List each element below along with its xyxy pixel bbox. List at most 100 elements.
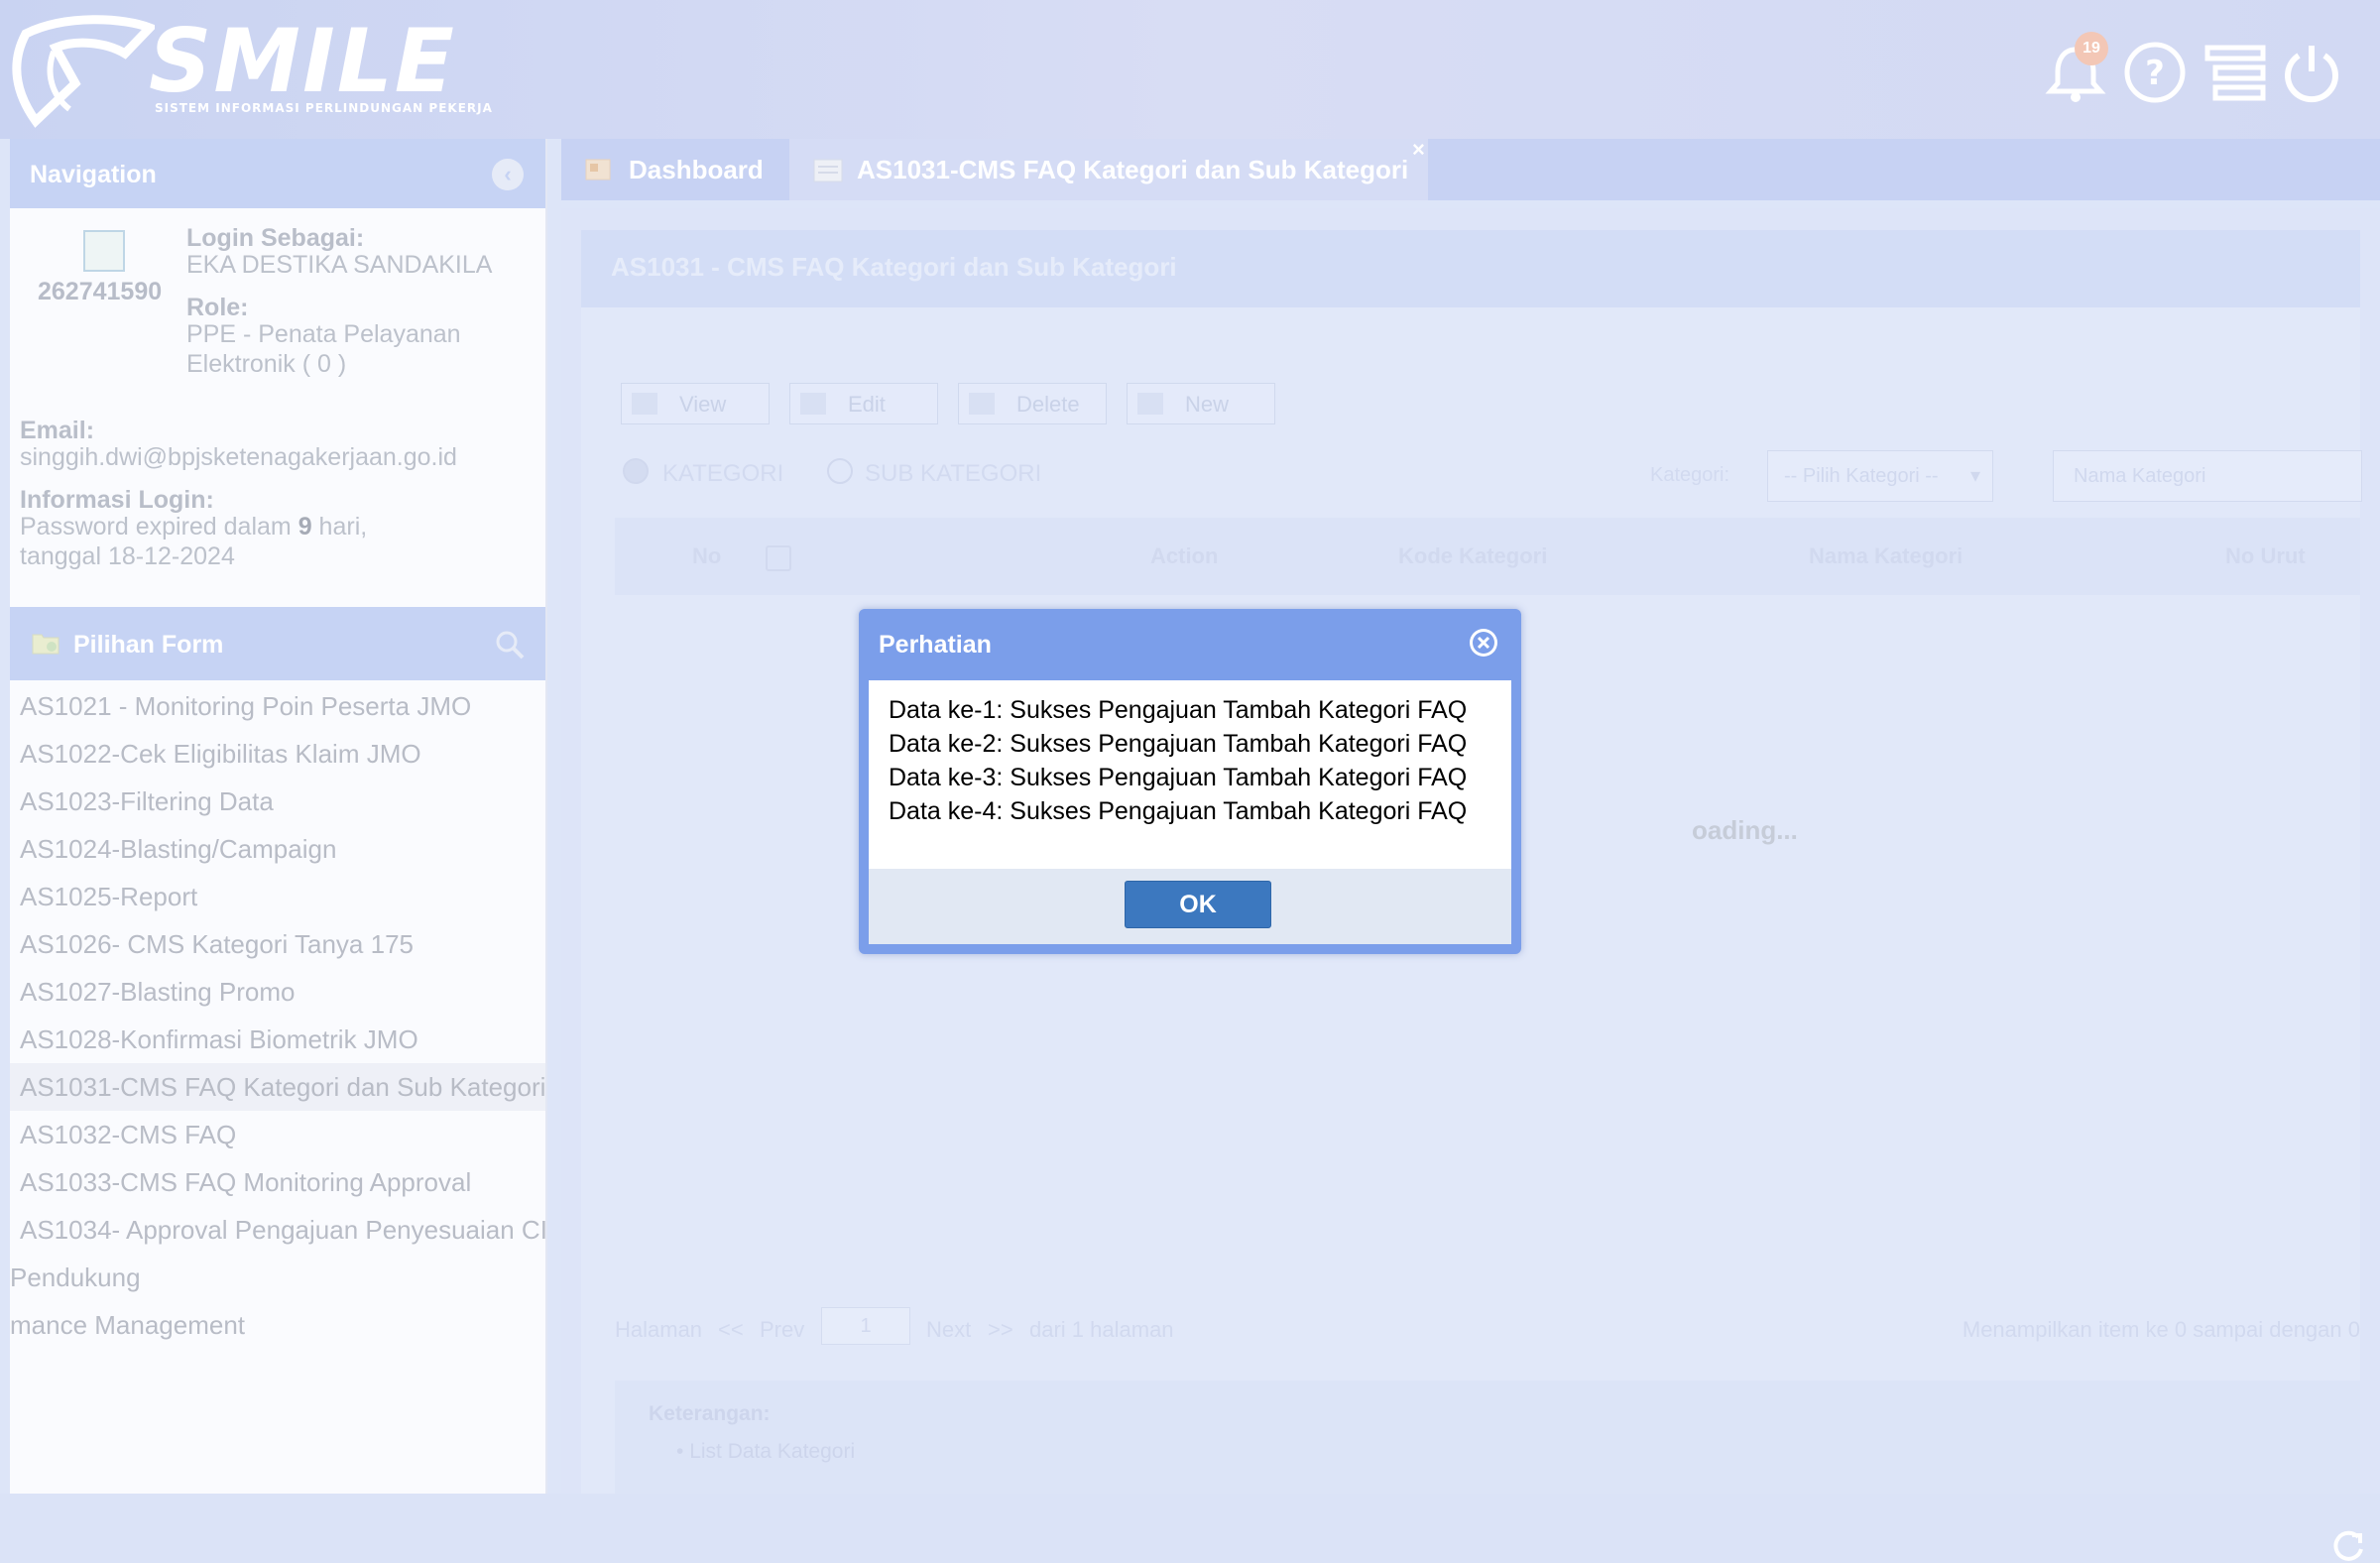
form-item-as1032[interactable]: AS1032-CMS FAQ [10,1111,545,1158]
table-header: No Action Kode Kategori Nama Kategori No… [615,518,2360,595]
view-button[interactable]: View [621,383,770,424]
loading-indicator: oading... [1692,815,1798,845]
dialog-message-2: Data ke-2: Sukses Pengajuan Tambah Kateg… [889,730,1468,758]
folder-icon [32,634,60,655]
menu-group-performance-management[interactable]: mance Management [10,1301,536,1349]
pager-halaman: Halaman [615,1317,703,1342]
pager-next[interactable]: Next [926,1317,971,1343]
delete-button-label: Delete [1016,392,1080,417]
pilihan-form-title: Pilihan Form [73,631,224,659]
page-number-input[interactable]: 1 [821,1307,910,1345]
dialog-title: Perhatian [879,631,992,659]
pager-last[interactable]: >> [988,1317,1013,1343]
collapse-sidebar-icon[interactable]: ‹ [492,159,524,190]
password-expiry-line: Password expired dalam 9 hari, [20,512,367,542]
navigation-header: Navigation ‹ [10,139,545,208]
pilihan-form-header: Pilihan Form [10,607,545,680]
form-item-as1024[interactable]: AS1024-Blasting/Campaign [10,825,545,873]
keterangan-label: Keterangan: [649,1402,771,1425]
nama-kategori-placeholder: Nama Kategori [2074,465,2206,487]
close-icon[interactable] [1468,627,1499,659]
kategori-select[interactable]: -- Pilih Kategori -- ▾ [1767,450,1993,502]
menu-icon[interactable] [2202,40,2267,105]
expiry-date: tanggal 18-12-2024 [20,542,235,570]
login-value: EKA DESTIKA SANDAKILA [186,251,493,279]
pager-total: dari 1 halaman [1029,1317,1174,1342]
logo-subtitle: SISTEM INFORMASI PERLINDUNGAN PEKERJA [155,101,493,115]
edit-icon [800,393,826,415]
kategori-label: Kategori: [1650,464,1730,486]
col-action: Action [1150,543,1219,568]
col-kode-kategori: Kode Kategori [1398,543,1548,568]
form-list: AS1021 - Monitoring Poin Peserta JMO AS1… [10,682,545,1367]
role-value-line2: Elektronik ( 0 ) [186,350,347,378]
pager-prev[interactable]: Prev [760,1317,804,1343]
svg-text:?: ? [2145,54,2165,93]
expiry-suffix: hari, [311,513,368,541]
dialog-footer: OK [869,869,1511,944]
kategori-select-value: -- Pilih Kategori -- [1784,465,1939,487]
chevron-down-icon: ▾ [1969,465,1980,487]
tab-as1031[interactable]: AS1031-CMS FAQ Kategori dan Sub Kategori… [789,137,1428,200]
keterangan-box: Keterangan: • List Data Kategori [615,1381,2360,1494]
menu-group-pendukung[interactable]: Pendukung [10,1254,536,1301]
pager-first[interactable]: << [718,1317,744,1343]
email-value: singgih.dwi@bpjsketenagakerjaan.go.id [20,443,457,471]
col-no: No [692,543,722,568]
user-profile: 262741590 Login Sebagai: EKA DESTIKA SAN… [10,208,545,674]
smile-logo-icon [12,15,155,128]
form-item-as1025[interactable]: AS1025-Report [10,873,545,920]
pager-summary: Menampilkan item ke 0 sampai dengan 0 [1962,1317,2360,1342]
notification-badge: 19 [2075,32,2108,65]
keterangan-item-text: List Data Kategori [689,1440,856,1463]
panel-title: AS1031 - CMS FAQ Kategori dan Sub Katego… [611,252,1177,282]
refresh-icon[interactable] [2330,1527,2366,1563]
help-icon[interactable]: ? [2122,40,2188,105]
form-item-as1023[interactable]: AS1023-Filtering Data [10,778,545,825]
nama-kategori-input[interactable]: Nama Kategori [2053,450,2362,502]
form-item-as1022[interactable]: AS1022-Cek Eligibilitas Klaim JMO [10,730,545,778]
delete-button[interactable]: Delete [958,383,1107,424]
alert-dialog: Perhatian Data ke-1: Sukses Pengajuan Ta… [859,609,1521,954]
new-icon [1137,393,1163,415]
expiry-prefix: Password expired dalam [20,513,298,541]
select-all-checkbox[interactable] [766,545,791,571]
ok-button[interactable]: OK [1125,881,1271,928]
form-tab-icon [813,159,843,182]
navigation-title: Navigation [30,161,157,188]
form-item-as1027[interactable]: AS1027-Blasting Promo [10,968,545,1016]
dialog-message-4: Data ke-4: Sukses Pengajuan Tambah Kateg… [889,797,1468,825]
radio-kategori[interactable] [623,458,649,484]
panel-header: AS1031 - CMS FAQ Kategori dan Sub Katego… [581,230,2360,307]
form-item-as1021[interactable]: AS1021 - Monitoring Poin Peserta JMO [10,682,545,730]
tab-as1031-label: AS1031-CMS FAQ Kategori dan Sub Kategori [857,155,1409,184]
col-no-urut: No Urut [2225,543,2306,568]
radio-sub-kategori-label: SUB KATEGORI [865,460,1042,487]
radio-sub-kategori[interactable] [827,458,853,484]
power-icon[interactable] [2279,40,2344,105]
form-item-as1026[interactable]: AS1026- CMS Kategori Tanya 175 [10,920,545,968]
form-item-as1034[interactable]: AS1034- Approval Pengajuan Penyesuaian C… [10,1206,545,1254]
col-nama-kategori: Nama Kategori [1809,543,1964,568]
role-label: Role: [186,294,249,321]
edit-button-label: Edit [848,392,886,417]
app-header: SMILE SISTEM INFORMASI PERLINDUNGAN PEKE… [0,0,2380,139]
radio-kategori-label: KATEGORI [662,460,784,487]
close-tab-icon[interactable]: × [1412,137,1425,163]
form-item-as1031[interactable]: AS1031-CMS FAQ Kategori dan Sub Kategori [10,1063,545,1111]
dashboard-icon [585,159,611,180]
role-value-line1: PPE - Penata Pelayanan [186,320,461,348]
user-id: 262741590 [38,278,163,305]
login-info-label: Informasi Login: [20,486,214,514]
new-button[interactable]: New [1127,383,1275,424]
form-item-as1028[interactable]: AS1028-Konfirmasi Biometrik JMO [10,1016,545,1063]
tab-dashboard[interactable]: Dashboard [561,139,787,200]
logo-wordmark: SMILE [149,10,456,112]
dialog-message-3: Data ke-3: Sukses Pengajuan Tambah Kateg… [889,764,1468,791]
footer-bar [0,1494,2380,1563]
login-label: Login Sebagai: [186,224,365,252]
edit-button[interactable]: Edit [789,383,938,424]
form-item-as1033[interactable]: AS1033-CMS FAQ Monitoring Approval [10,1158,545,1206]
search-icon[interactable] [494,629,526,661]
view-icon [632,393,657,415]
